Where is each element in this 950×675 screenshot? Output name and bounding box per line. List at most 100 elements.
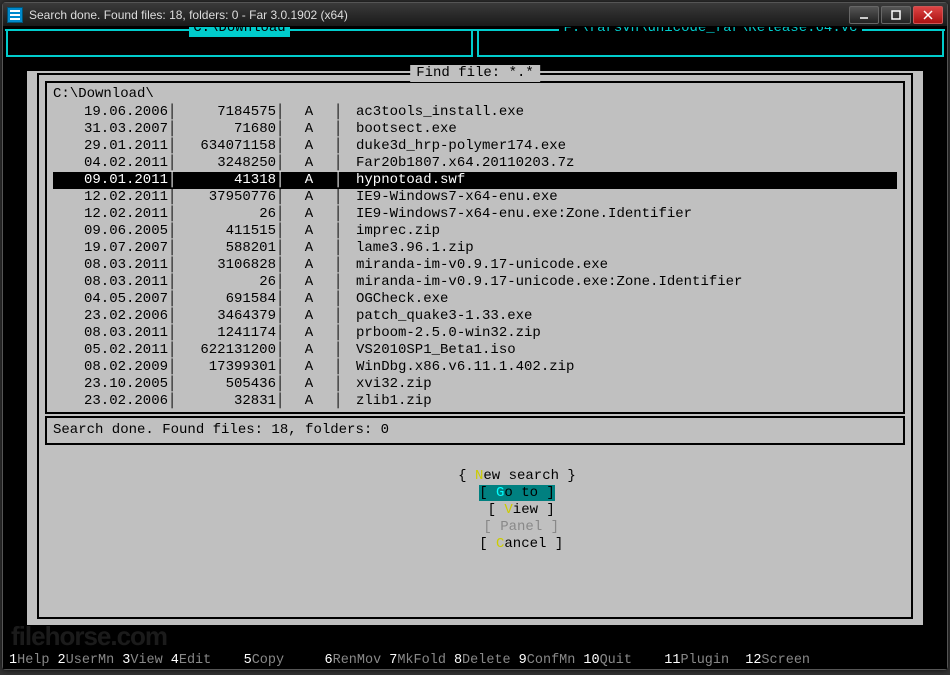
result-row[interactable]: 08.02.2009│17399301│A│WinDbg.x86.v6.11.1… [53,359,897,376]
row-filename: miranda-im-v0.9.17-unicode.exe:Zone.Iden… [342,274,897,291]
row-attr: A [284,308,334,325]
fkey-3[interactable]: 3View [122,652,163,669]
right-panel-title: F:\farsvn\unicode_far\Release.64.vc [559,27,861,37]
row-attr: A [284,376,334,393]
fkey-7[interactable]: 7MkFold [389,652,446,669]
row-size: 7184575 [176,104,276,121]
result-row[interactable]: 23.02.2006│3464379│A│patch_quake3-1.33.e… [53,308,897,325]
new-search-button[interactable]: { New search } [458,468,576,484]
row-size: 26 [176,206,276,223]
row-filename: prboom-2.5.0-win32.zip [342,325,897,342]
row-attr: A [284,104,334,121]
fkey-12[interactable]: 12Screen [737,652,810,669]
dialog-buttons: { New search } [ Go to ] [ View ] [ Pane… [45,449,905,570]
status-text: Search done. Found files: 18, folders: 0 [45,416,905,445]
left-panel[interactable]: C:\Download [6,31,473,57]
row-filename: lame3.96.1.zip [342,240,897,257]
console-area: C:\Download F:\farsvn\unicode_far\Releas… [3,27,947,669]
fkey-1[interactable]: 1Help [9,652,50,669]
row-date: 31.03.2007 [53,121,168,138]
row-size: 26 [176,274,276,291]
result-row[interactable]: 31.03.2007│71680│A│bootsect.exe [53,121,897,138]
left-panel-title: C:\Download [189,27,289,37]
find-file-dialog: Find file: *.* C:\Download\ 19.06.2006│7… [27,71,923,625]
row-date: 05.02.2011 [53,342,168,359]
row-filename: hypnotoad.swf [342,172,897,189]
result-row[interactable]: 08.03.2011│26│A│miranda-im-v0.9.17-unico… [53,274,897,291]
row-size: 505436 [176,376,276,393]
row-attr: A [284,155,334,172]
fkey-5[interactable]: 5Copy [219,652,284,669]
row-attr: A [284,325,334,342]
result-row[interactable]: 09.06.2005│411515│A│imprec.zip [53,223,897,240]
fkey-8[interactable]: 8Delete [454,652,511,669]
row-filename: WinDbg.x86.v6.11.1.402.zip [342,359,897,376]
row-size: 41318 [176,172,276,189]
row-attr: A [284,138,334,155]
row-filename: duke3d_hrp-polymer174.exe [342,138,897,155]
row-attr: A [284,291,334,308]
watermark: filehorse.com [11,628,167,645]
row-date: 23.02.2006 [53,308,168,325]
fkey-2[interactable]: 2UserMn [58,652,115,669]
result-row[interactable]: 23.02.2006│32831│A│zlib1.zip [53,393,897,410]
fkey-10[interactable]: 10Quit [583,652,632,669]
cancel-button[interactable]: [ Cancel ] [479,536,563,552]
result-row[interactable]: 05.02.2011│622131200│A│VS2010SP1_Beta1.i… [53,342,897,359]
row-date: 12.02.2011 [53,206,168,223]
fkey-6[interactable]: 6RenMov [292,652,381,669]
result-row[interactable]: 08.03.2011│1241174│A│prboom-2.5.0-win32.… [53,325,897,342]
row-date: 09.01.2011 [53,172,168,189]
row-attr: A [284,342,334,359]
row-filename: miranda-im-v0.9.17-unicode.exe [342,257,897,274]
row-filename: IE9-Windows7-x64-enu.exe [342,189,897,206]
panel-button: [ Panel ] [483,519,559,535]
row-size: 3248250 [176,155,276,172]
row-size: 691584 [176,291,276,308]
result-row[interactable]: 08.03.2011│3106828│A│miranda-im-v0.9.17-… [53,257,897,274]
row-date: 04.05.2007 [53,291,168,308]
row-date: 08.03.2011 [53,274,168,291]
result-row[interactable]: 12.02.2011│37950776│A│IE9-Windows7-x64-e… [53,189,897,206]
row-attr: A [284,257,334,274]
result-row[interactable]: 19.06.2006│7184575│A│ac3tools_install.ex… [53,104,897,121]
row-size: 411515 [176,223,276,240]
titlebar[interactable]: Search done. Found files: 18, folders: 0… [3,3,947,27]
results-list[interactable]: C:\Download\ 19.06.2006│7184575│A│ac3too… [45,81,905,414]
row-filename: xvi32.zip [342,376,897,393]
result-row[interactable]: 29.01.2011│634071158│A│duke3d_hrp-polyme… [53,138,897,155]
view-button[interactable]: [ View ] [488,502,555,518]
row-size: 588201 [176,240,276,257]
fkey-11[interactable]: 11Plugin [640,652,729,669]
maximize-button[interactable] [881,6,911,24]
row-date: 29.01.2011 [53,138,168,155]
row-filename: bootsect.exe [342,121,897,138]
row-attr: A [284,393,334,410]
right-panel[interactable]: F:\farsvn\unicode_far\Release.64.vc [477,31,944,57]
row-filename: OGCheck.exe [342,291,897,308]
fkey-4[interactable]: 4Edit [171,652,212,669]
row-date: 04.02.2011 [53,155,168,172]
fkey-9[interactable]: 9ConfMn [519,652,576,669]
goto-button[interactable]: [ Go to ] [479,485,555,501]
result-row[interactable]: 04.02.2011│3248250│A│Far20b1807.x64.2011… [53,155,897,172]
app-icon [7,7,23,23]
row-size: 3106828 [176,257,276,274]
row-attr: A [284,359,334,376]
row-attr: A [284,274,334,291]
row-size: 1241174 [176,325,276,342]
result-row[interactable]: 23.10.2005│505436│A│xvi32.zip [53,376,897,393]
result-row[interactable]: 12.02.2011│26│A│IE9-Windows7-x64-enu.exe… [53,206,897,223]
row-date: 23.02.2006 [53,393,168,410]
result-row[interactable]: 19.07.2007│588201│A│lame3.96.1.zip [53,240,897,257]
row-attr: A [284,189,334,206]
function-key-bar: 1Help 2UserMn 3View 4Edit 5Copy 6RenMov 7MkF… [5,652,945,669]
row-date: 08.03.2011 [53,257,168,274]
close-button[interactable] [913,6,943,24]
window-title: Search done. Found files: 18, folders: 0… [29,8,849,22]
result-row[interactable]: 09.01.2011│41318│A│hypnotoad.swf [53,172,897,189]
result-row[interactable]: 04.05.2007│691584│A│OGCheck.exe [53,291,897,308]
row-filename: patch_quake3-1.33.exe [342,308,897,325]
row-date: 08.03.2011 [53,325,168,342]
minimize-button[interactable] [849,6,879,24]
